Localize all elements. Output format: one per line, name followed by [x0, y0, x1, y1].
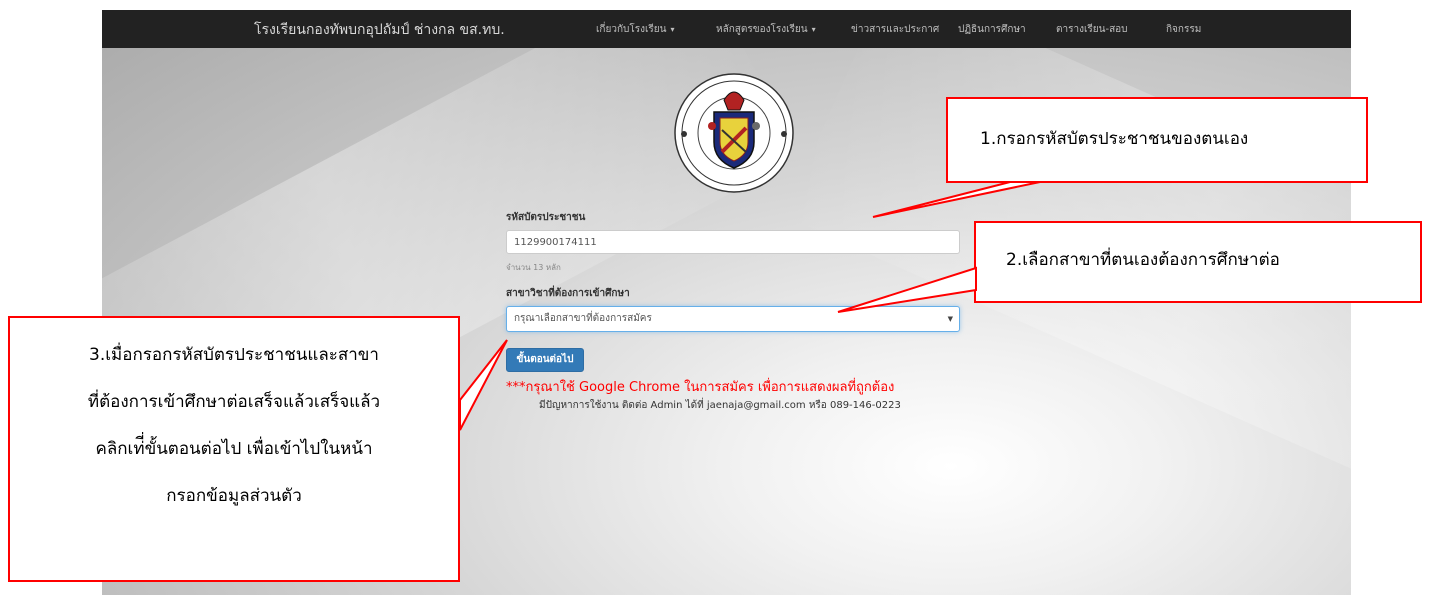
top-navbar: โรงเรียนกองทัพบกอุปถัมป์ ช่างกล ขส.ทบ. เ… [102, 10, 1351, 48]
nav-item-calendar[interactable]: ปฏิธินการศึกษา [958, 22, 1026, 37]
browser-warning: ***กรุณาใช้ Google Chrome ในการสมัคร เพื… [506, 380, 895, 395]
school-emblem-logo [674, 73, 794, 193]
callout-step3-line: ที่ต้องการเข้าศึกษาต่อเสร็จแล้วเสร็จแล้ว [87, 392, 381, 412]
callout-step3-line: กรอกข้อมูลส่วนตัว [166, 486, 302, 506]
nav-brand[interactable]: โรงเรียนกองทัพบกอุปถัมป์ ช่างกล ขส.ทบ. [254, 19, 505, 41]
next-step-button[interactable]: ขั้นตอนต่อไป [506, 348, 584, 372]
nav-item-schedule[interactable]: ตารางเรียน-สอบ [1056, 22, 1128, 37]
nav-item-curriculum[interactable]: หลักสูตรของโรงเรียน ▾ [716, 22, 816, 37]
callout-step2: 2.เลือกสาขาที่ตนเองต้องการศึกษาต่อ [974, 221, 1422, 303]
id-card-label: รหัสบัตรประชาชน [506, 212, 586, 223]
callout-step1: 1.กรอกรหัสบัตรประชาชนของตนเอง [946, 97, 1368, 183]
callout-step3-line: คลิกเท่ี่ขั้นตอนต่อไป เพื่อเข้าไปในหน้า [95, 439, 373, 459]
major-select-value: กรุณาเลือกสาขาที่ต้องการสมัคร [514, 313, 652, 324]
id-card-help-text: จำนวน 13 หลัก [506, 263, 561, 272]
caret-down-icon: ▾ [811, 25, 816, 34]
callout-step3: 3.เมื่อกรอกรหัสบัตรประชาชนและสาขา ที่ต้อ… [8, 316, 460, 582]
major-label: สาขาวิชาที่ต้องการเข้าศึกษา [506, 288, 630, 299]
id-card-input[interactable]: 1129900174111 [506, 230, 960, 254]
nav-item-about[interactable]: เกี่ยวกับโรงเรียน ▾ [596, 22, 674, 37]
callout-step3-line: 3.เมื่อกรอกรหัสบัตรประชาชนและสาขา [89, 345, 379, 365]
caret-down-icon: ▾ [670, 25, 675, 34]
nav-item-activities[interactable]: กิจกรรม [1166, 22, 1201, 37]
contact-info: มีปัญหาการใช้งาน ติดต่อ Admin ได้ที่ jae… [539, 400, 901, 411]
nav-item-label: หลักสูตรของโรงเรียน [716, 24, 808, 35]
major-select[interactable]: กรุณาเลือกสาขาที่ต้องการสมัคร ▼ [506, 306, 960, 332]
nav-item-news[interactable]: ข่าวสารและประกาศ [851, 22, 939, 37]
nav-item-label: เกี่ยวกับโรงเรียน [596, 24, 667, 35]
select-arrow-icon: ▼ [947, 315, 953, 323]
